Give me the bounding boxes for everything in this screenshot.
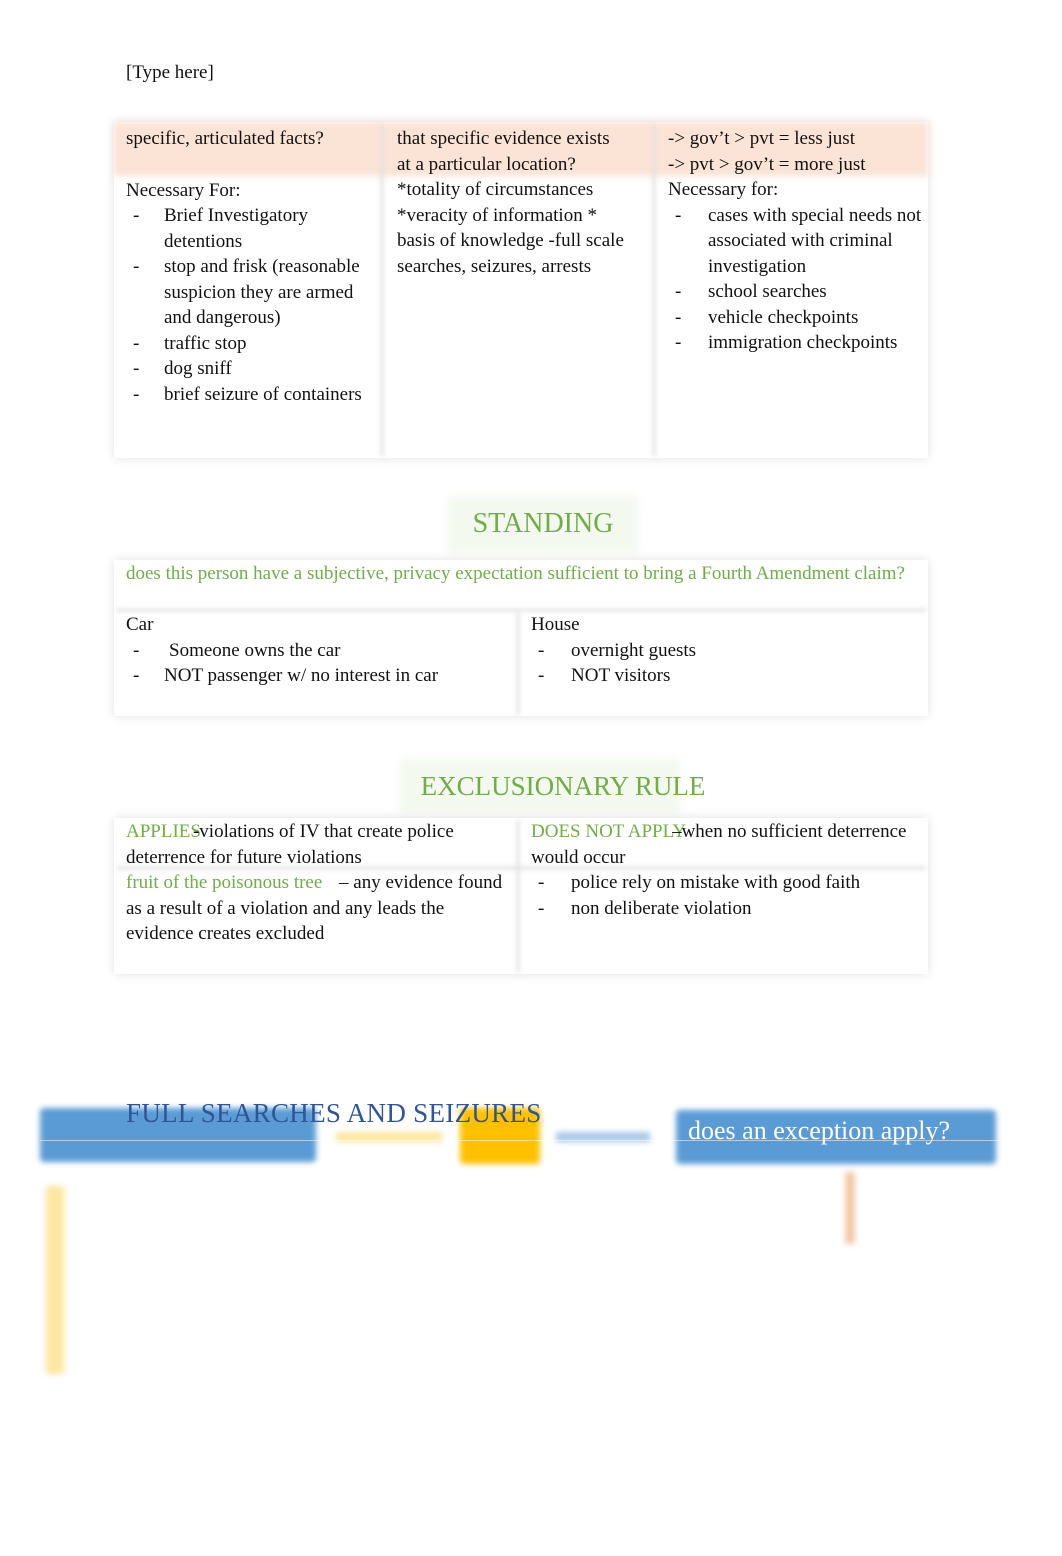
top-table-col-1: specific, articulated facts? Necessary F… bbox=[126, 126, 376, 407]
list-item: immigration checkpoints bbox=[668, 330, 924, 356]
list-item: traffic stop bbox=[126, 331, 376, 357]
list-item: overnight guests bbox=[531, 638, 911, 664]
list-item: stop and frisk (reasonable suspicion the… bbox=[126, 254, 376, 331]
car-label: Car bbox=[126, 614, 154, 635]
special-needs-list: cases with special needs not associated … bbox=[668, 203, 924, 356]
standing-car-column: Car Someone owns the car NOT passenger w… bbox=[126, 612, 506, 689]
col-heading: specific, articulated facts? bbox=[126, 128, 324, 149]
exclusionary-title: EXCLUSIONARY RULE bbox=[420, 771, 706, 801]
col-body-line: searches, seizures, arrests bbox=[397, 255, 592, 277]
list-item: police rely on mistake with good faith bbox=[531, 870, 916, 896]
flow-arrow-down bbox=[845, 1172, 855, 1244]
does-not-apply-label: DOES NOT APPLY bbox=[531, 821, 687, 842]
exception-question: does an exception apply? bbox=[688, 1116, 951, 1145]
column-divider bbox=[516, 612, 520, 714]
list-item: NOT visitors bbox=[531, 663, 911, 689]
does-not-apply-list: police rely on mistake with good faith n… bbox=[531, 870, 916, 921]
top-table-col-2: that specific evidence exists at a parti… bbox=[397, 126, 652, 279]
list-item: cases with special needs not associated … bbox=[668, 203, 924, 280]
list-item: school searches bbox=[668, 279, 924, 305]
list-item: Brief Investigatory detentions bbox=[126, 203, 376, 254]
house-label: House bbox=[531, 614, 580, 635]
reasonable-suspicion-list: Brief Investigatory detentions stop and … bbox=[126, 203, 376, 407]
col-body-line: *veracity of information * bbox=[397, 204, 597, 226]
does-not-apply-paragraph: DOES NOT APPLY–when no sufficient deterr… bbox=[531, 819, 916, 870]
list-item: Someone owns the car bbox=[126, 638, 506, 664]
col-heading: at a particular location? bbox=[397, 153, 576, 175]
col-heading: -> pvt > gov’t = more just bbox=[668, 153, 866, 175]
standing-title: STANDING bbox=[472, 508, 614, 539]
fruit-label: fruit of the poisonous tree bbox=[126, 872, 323, 893]
car-list: Someone owns the car NOT passenger w/ no… bbox=[126, 638, 506, 689]
header-placeholder[interactable]: [Type here] bbox=[126, 62, 214, 84]
full-searches-title: FULL SEARCHES AND SEIZURES bbox=[126, 1098, 542, 1128]
applies-column: APPLIES-violations of IV that create pol… bbox=[126, 819, 506, 947]
rendering-seam-line bbox=[40, 1140, 1000, 1141]
column-divider bbox=[516, 820, 520, 972]
list-item: dog sniff bbox=[126, 356, 376, 382]
standing-house-column: House overnight guests NOT visitors bbox=[531, 612, 911, 689]
list-item: NOT passenger w/ no interest in car bbox=[126, 663, 506, 689]
column-divider bbox=[652, 126, 656, 456]
list-item: non deliberate violation bbox=[531, 896, 916, 922]
standing-question: does this person have a subjective, priv… bbox=[126, 563, 905, 584]
col-subheading: Necessary for: bbox=[668, 179, 779, 200]
applies-paragraph: APPLIES-violations of IV that create pol… bbox=[126, 819, 506, 870]
list-item: vehicle checkpoints bbox=[668, 305, 924, 331]
flow-connector-vertical bbox=[46, 1186, 64, 1374]
col-body-line: basis of knowledge -full scale bbox=[397, 230, 624, 251]
col-heading: that specific evidence exists bbox=[397, 128, 610, 149]
col-body-line: *totality of circumstances bbox=[397, 179, 594, 200]
col-subheading: Necessary For: bbox=[126, 179, 241, 201]
col-heading: -> gov’t > pvt = less just bbox=[668, 128, 855, 149]
applies-label: APPLIES bbox=[126, 821, 201, 842]
list-item: brief seizure of containers bbox=[126, 382, 376, 408]
does-not-apply-column: DOES NOT APPLY–when no sufficient deterr… bbox=[531, 819, 916, 921]
top-table-col-3: -> gov’t > pvt = less just -> pvt > gov’… bbox=[668, 126, 924, 356]
fruit-paragraph: fruit of the poisonous tree – any eviden… bbox=[126, 870, 506, 947]
house-list: overnight guests NOT visitors bbox=[531, 638, 911, 689]
column-divider bbox=[380, 126, 384, 456]
